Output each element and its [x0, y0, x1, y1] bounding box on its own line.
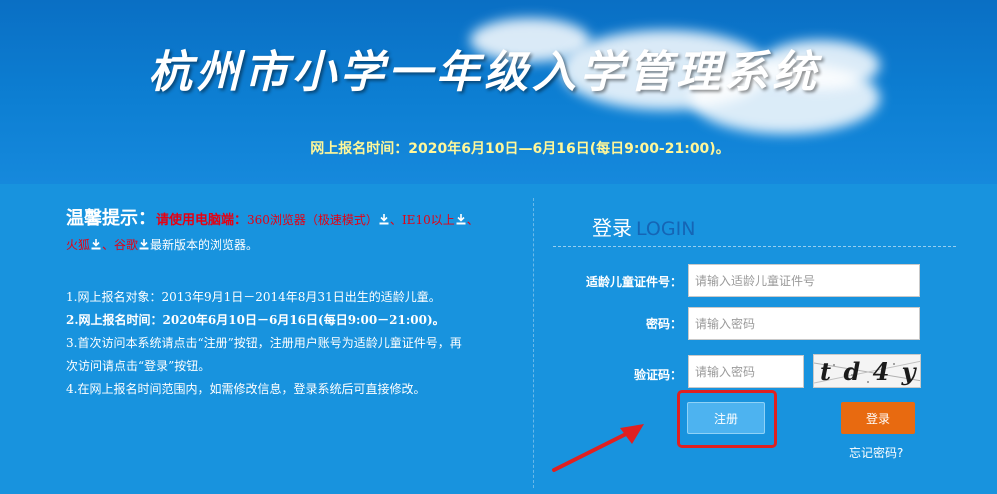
vertical-divider: [533, 198, 534, 488]
login-title: 登录 LOGIN: [592, 212, 695, 241]
tips-item: 1.网上报名对象：2013年9月1日－2014年8月31日出生的适龄儿童。: [66, 290, 441, 304]
browser-chrome-link[interactable]: 谷歌: [114, 238, 138, 252]
download-icon[interactable]: [379, 214, 389, 225]
download-icon[interactable]: [456, 214, 466, 225]
separator-text: 、: [466, 213, 479, 227]
captcha-input[interactable]: [688, 355, 804, 388]
browser-firefox-link[interactable]: 火狐: [66, 238, 90, 252]
captcha-image[interactable]: t d 4 y: [813, 354, 921, 388]
tips-list: 1.网上报名对象：2013年9月1日－2014年8月31日出生的适龄儿童。 2.…: [66, 286, 526, 401]
tips-heading: 温馨提示：: [66, 208, 156, 229]
captcha-label: 验证码：: [633, 368, 682, 382]
browser-ie-link[interactable]: IE10以上: [402, 213, 455, 227]
id-label: 适龄儿童证件号：: [585, 275, 682, 289]
forgot-password-link[interactable]: 忘记密码?: [849, 444, 903, 461]
tips-item: 3.首次访问本系统请点击“注册”按钮，注册用户账号为适龄儿童证件号，再: [66, 336, 462, 350]
page-header: 杭州市小学一年级入学管理系统 网上报名时间：2020年6月10日—6月16日(每…: [0, 0, 997, 184]
browser-360-link[interactable]: 360浏览器（极速模式）: [247, 213, 378, 227]
login-title-cn: 登录: [592, 216, 632, 240]
tips-browser-line: 温馨提示：请使用电脑端：360浏览器（极速模式） 、IE10以上、: [66, 206, 526, 234]
download-icon[interactable]: [139, 239, 149, 250]
password-input[interactable]: [688, 307, 920, 340]
register-highlight-box: [677, 390, 777, 448]
tips-device-warning: 请使用电脑端：: [156, 213, 248, 228]
separator-text: 、: [389, 213, 402, 227]
login-title-en: LOGIN: [636, 218, 696, 240]
tips-suffix: 最新版本的浏览器。: [150, 238, 259, 252]
tips-item: 次访问请点击“登录”按钮。: [66, 359, 211, 373]
tips-item: 4.在网上报名时间范围内，如需修改信息，登录系统后可直接修改。: [66, 382, 426, 396]
arrow-annotation-icon: [552, 424, 644, 472]
main-content: 温馨提示：请使用电脑端：360浏览器（极速模式） 、IE10以上、 火狐 、谷歌 最新…: [0, 184, 997, 494]
captcha-text: t d 4 y: [820, 357, 918, 386]
download-icon[interactable]: [91, 239, 101, 250]
login-divider: [553, 246, 956, 247]
login-button[interactable]: 登录: [841, 402, 915, 434]
registration-time-notice: 网上报名时间：2020年6月10日—6月16日(每日9:00-21:00)。: [310, 141, 730, 157]
tips-browser-line-2: 火狐 、谷歌 最新版本的浏览器。: [66, 234, 526, 256]
separator-text: 、: [102, 238, 115, 252]
id-number-input[interactable]: [688, 264, 920, 297]
password-label: 密码：: [645, 317, 682, 331]
tips-item: 2.网上报名时间：2020年6月10日－6月16日(每日9:00－21:00)。: [66, 313, 445, 327]
system-title: 杭州市小学一年级入学管理系统: [148, 47, 820, 98]
tips-panel: 温馨提示：请使用电脑端：360浏览器（极速模式） 、IE10以上、 火狐 、谷歌 最新…: [66, 206, 526, 401]
